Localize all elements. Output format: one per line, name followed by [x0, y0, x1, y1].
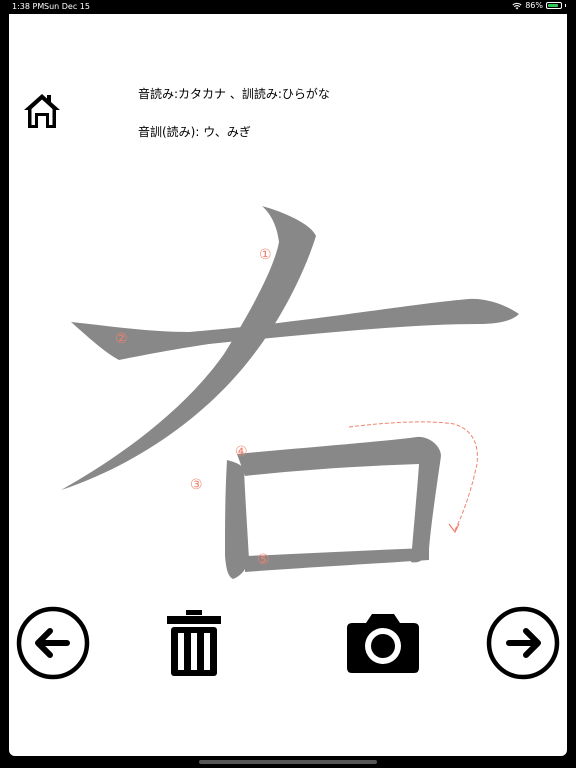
stroke-2 [71, 298, 519, 360]
status-bar: 1:38 PM Sun Dec 15 86% [0, 0, 576, 14]
stroke-5 [245, 548, 429, 572]
battery-icon [546, 2, 562, 9]
kanji-readings: 音訓(読み): ウ、みぎ [138, 125, 251, 139]
stroke-number-2: ② [115, 331, 128, 347]
wifi-icon [512, 2, 522, 9]
kanji-stroke-diagram: ① ② ③ ④ ⑤ [61, 206, 519, 579]
arrow-right-circle-icon [486, 606, 560, 680]
kanji-strokes [61, 206, 519, 579]
stroke-number-4: ④ [235, 444, 248, 460]
stroke-4 [237, 436, 441, 563]
status-time: 1:38 PM [12, 2, 45, 11]
stroke-1 [61, 206, 316, 490]
reading-legend: 音読み:カタカナ 、訓読み:ひらがな [138, 87, 330, 101]
guide-arrowhead [448, 523, 460, 534]
status-indicators: 86% [512, 1, 566, 10]
home-button[interactable] [23, 92, 61, 130]
delete-button[interactable] [165, 610, 223, 678]
next-button[interactable] [485, 605, 561, 681]
previous-button[interactable] [15, 605, 91, 681]
stroke-number-1: ① [259, 247, 272, 263]
kanji-drawing-area[interactable]: ① ② ③ ④ ⑤ [49, 194, 529, 594]
status-date: Sun Dec 15 [44, 2, 90, 11]
battery-tip [565, 4, 566, 7]
stroke-number-3: ③ [190, 477, 203, 493]
stroke-number-5: ⑤ [257, 552, 270, 568]
home-icon [24, 94, 60, 128]
arrow-left-circle-icon [16, 606, 90, 680]
trash-icon [167, 610, 221, 676]
camera-icon [347, 614, 419, 673]
battery-percent: 86% [525, 1, 543, 10]
camera-button[interactable] [344, 612, 422, 674]
app-screen: 音読み:カタカナ 、訓読み:ひらがな 音訓(読み): ウ、みぎ ① ② ③ ④ … [9, 14, 567, 756]
home-indicator[interactable] [199, 760, 377, 764]
battery-level-fill [548, 4, 559, 7]
